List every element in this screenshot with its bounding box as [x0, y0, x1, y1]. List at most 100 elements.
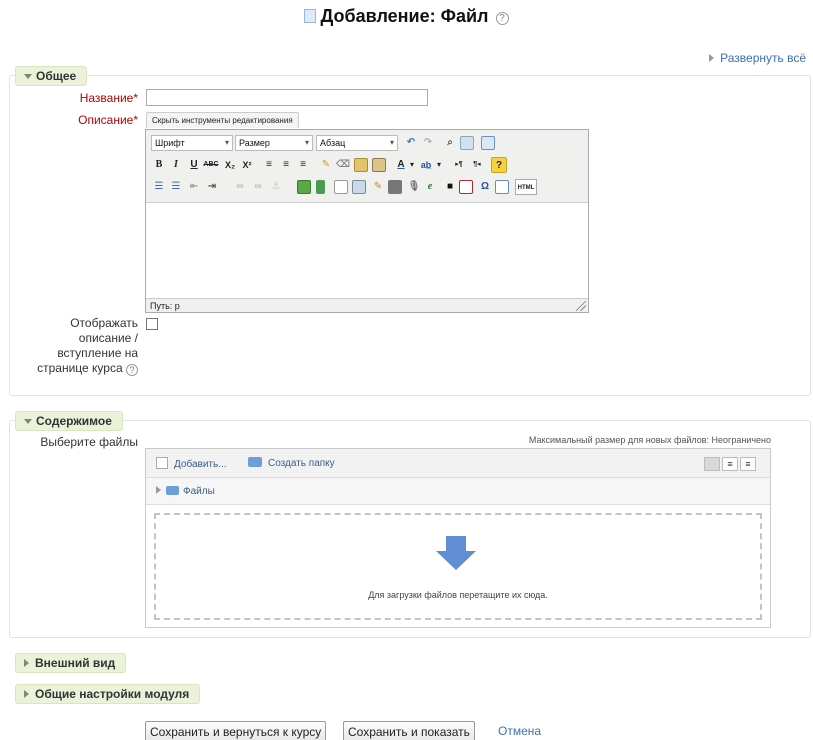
folder-icon [166, 486, 179, 495]
status-path-text: Путь: p [150, 301, 180, 311]
triangle-right-icon [156, 486, 161, 494]
numbered-list-icon[interactable]: ☰ [168, 179, 184, 195]
general-legend-label: Общее [36, 69, 77, 83]
file-drop-zone[interactable]: Для загрузки файлов перетащите их сюда. [154, 513, 762, 620]
undo-icon[interactable]: ↶ [403, 135, 419, 151]
bullet-list-icon[interactable]: ☰ [151, 179, 167, 195]
chevron-down-icon[interactable]: ▾ [435, 157, 443, 173]
list-view-button[interactable]: ≡ [722, 457, 738, 471]
show-description-label: Отображать описание / вступление на стра… [10, 316, 138, 376]
file-manager-path: Файлы [146, 478, 770, 505]
omega-icon[interactable]: Ω [477, 179, 493, 195]
clean-up-icon[interactable]: ✎ [318, 157, 334, 173]
collapse-icon [24, 419, 32, 424]
add-file-button[interactable]: Добавить... [156, 457, 227, 470]
eraser-icon[interactable]: ⌫ [335, 157, 351, 173]
show-description-checkbox[interactable] [146, 318, 158, 330]
name-input[interactable] [146, 89, 428, 106]
redo-icon[interactable]: ↷ [420, 135, 436, 151]
help-icon[interactable]: ? [495, 12, 509, 25]
italic-icon[interactable]: I [168, 157, 184, 173]
appearance-legend-label: Внешний вид [35, 656, 116, 670]
text-color-icon[interactable]: A [393, 157, 409, 173]
description-label-text: Описание [78, 113, 134, 127]
paragraph-select[interactable]: Абзац ▾ [316, 135, 398, 151]
indent-icon[interactable]: ⇥ [204, 179, 220, 195]
editor-toolbar: Шрифт ▾ Размер ▾ Абзац ▾ ↶ ↷ ⌕ B I U ABC X₂… [146, 130, 588, 203]
folder-icon [248, 457, 262, 467]
name-label-text: Название [79, 91, 134, 105]
triangle-right-icon [709, 54, 715, 62]
drop-arrow-icon [436, 536, 476, 570]
save-and-return-button[interactable]: Сохранить и вернуться к курсу [145, 721, 327, 740]
appearance-legend[interactable]: Внешний вид [15, 653, 127, 673]
help-icon[interactable]: ? [126, 364, 138, 376]
drop-hint-text: Для загрузки файлов перетащите их сюда. [368, 590, 548, 600]
font-select-value: Шрифт [155, 138, 185, 148]
resize-handle[interactable] [576, 301, 586, 311]
html-icon[interactable]: HTML [515, 179, 537, 195]
fullscreen-icon[interactable] [481, 136, 495, 150]
chevron-down-icon[interactable]: ▾ [408, 157, 416, 173]
editor-status-path: Путь: p [146, 298, 588, 312]
superscript-icon[interactable]: X² [239, 157, 255, 173]
nonbreaking-icon[interactable] [459, 180, 473, 194]
path-root-link[interactable]: Файлы [156, 486, 215, 497]
subscript-icon[interactable]: X₂ [222, 157, 238, 173]
paragraph-select-value: Абзац [320, 138, 346, 148]
sticky-note-icon[interactable]: ■ [442, 179, 458, 195]
tree-view-button[interactable]: ≡ [740, 457, 756, 471]
paste-word-icon[interactable] [372, 158, 386, 172]
font-select[interactable]: Шрифт ▾ [151, 135, 233, 151]
microphone-icon[interactable]: 🎙 [406, 179, 422, 195]
bold-icon[interactable]: B [151, 157, 167, 173]
video-icon[interactable] [388, 180, 402, 194]
replace-icon[interactable] [460, 136, 474, 150]
align-right-icon[interactable]: ≡ [295, 157, 311, 173]
help-icon[interactable]: ? [491, 157, 507, 173]
size-select[interactable]: Размер ▾ [235, 135, 313, 151]
edit-icon[interactable] [495, 180, 509, 194]
expand-icon [24, 659, 29, 667]
general-legend[interactable]: Общее [15, 66, 88, 86]
save-and-display-button[interactable]: Сохранить и показать [343, 721, 475, 740]
collapse-icon [24, 74, 32, 79]
underline-icon[interactable]: U [186, 157, 202, 173]
path-root-label: Файлы [183, 486, 215, 497]
bookmark-icon[interactable] [316, 180, 325, 194]
chevron-down-icon: ▾ [389, 138, 394, 147]
pencil-icon[interactable]: ✎ [370, 179, 386, 195]
rtl-icon[interactable]: ¶◂ [468, 157, 486, 173]
create-folder-label: Создать папку [268, 458, 335, 469]
required-mark: * [133, 91, 138, 105]
cancel-link[interactable]: Отмена [498, 724, 541, 738]
outdent-icon[interactable]: ⇤ [186, 179, 202, 195]
content-legend[interactable]: Содержимое [15, 411, 123, 431]
anchor-icon[interactable]: ⚓ [268, 179, 284, 195]
expand-icon [24, 690, 29, 698]
document-icon[interactable] [334, 180, 348, 194]
chevron-down-icon: ▾ [304, 138, 309, 147]
align-center-icon[interactable]: ≡ [278, 157, 294, 173]
background-color-icon[interactable]: ab̲ [418, 157, 434, 173]
align-left-icon[interactable]: ≡ [261, 157, 277, 173]
strikethrough-icon[interactable]: ABC [203, 157, 219, 173]
image-icon[interactable] [352, 180, 366, 194]
hide-editing-tools-button[interactable]: Скрыть инструменты редактирования [146, 112, 299, 128]
unlink-icon[interactable]: ∞ [250, 179, 266, 195]
content-legend-label: Содержимое [36, 414, 112, 428]
link-icon[interactable]: ∞ [232, 179, 248, 195]
icon-view-button[interactable] [704, 457, 720, 471]
find-icon[interactable]: ⌕ [442, 135, 458, 151]
create-folder-button[interactable]: Создать папку [248, 457, 335, 469]
editor-content-area[interactable] [146, 203, 588, 298]
equation-icon[interactable]: e [422, 179, 438, 195]
ltr-icon[interactable]: ▸¶ [450, 157, 468, 173]
paste-text-icon[interactable] [354, 158, 368, 172]
module-settings-legend[interactable]: Общие настройки модуля [15, 684, 201, 704]
show-description-line: описание / [78, 331, 138, 345]
show-description-line: вступление на [57, 346, 138, 360]
moodle-media-icon[interactable] [297, 180, 311, 194]
size-select-value: Размер [239, 138, 270, 148]
expand-all-link[interactable]: Развернуть всё [709, 51, 806, 65]
